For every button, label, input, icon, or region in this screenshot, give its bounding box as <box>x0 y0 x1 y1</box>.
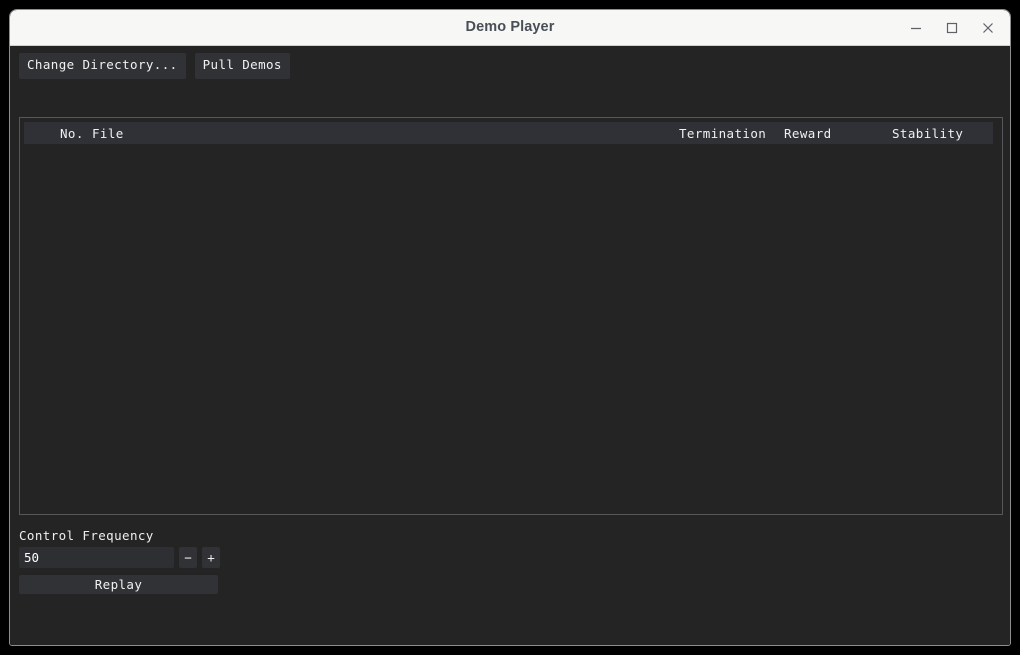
control-frequency-input[interactable] <box>19 547 174 568</box>
maximize-icon[interactable] <box>934 13 970 43</box>
column-header-file[interactable]: File <box>92 126 124 141</box>
control-frequency-row: − + <box>19 547 220 568</box>
column-header-termination[interactable]: Termination <box>679 126 766 141</box>
titlebar: Demo Player <box>10 10 1010 46</box>
demo-list-header: No. File Termination Reward Stability <box>24 122 993 144</box>
demo-player-window: Demo Player Change Directory... Pull Dem… <box>9 9 1011 646</box>
column-header-stability[interactable]: Stability <box>892 126 963 141</box>
demo-list-body[interactable] <box>20 144 1002 504</box>
toolbar: Change Directory... Pull Demos <box>19 53 290 79</box>
control-frequency-increment-button[interactable]: + <box>202 547 220 568</box>
change-directory-button[interactable]: Change Directory... <box>19 53 186 79</box>
window-controls <box>898 10 1006 45</box>
window-body: Change Directory... Pull Demos No. File … <box>10 46 1010 645</box>
minimize-icon[interactable] <box>898 13 934 43</box>
column-header-reward[interactable]: Reward <box>784 126 832 141</box>
window-title: Demo Player <box>465 19 555 35</box>
pull-demos-button[interactable]: Pull Demos <box>194 53 290 79</box>
close-icon[interactable] <box>970 13 1006 43</box>
control-frequency-decrement-button[interactable]: − <box>179 547 197 568</box>
demo-list-panel[interactable]: No. File Termination Reward Stability <box>19 117 1003 515</box>
replay-button[interactable]: Replay <box>19 575 218 594</box>
control-frequency-label: Control Frequency <box>19 528 154 543</box>
column-header-no[interactable]: No. <box>60 126 84 141</box>
